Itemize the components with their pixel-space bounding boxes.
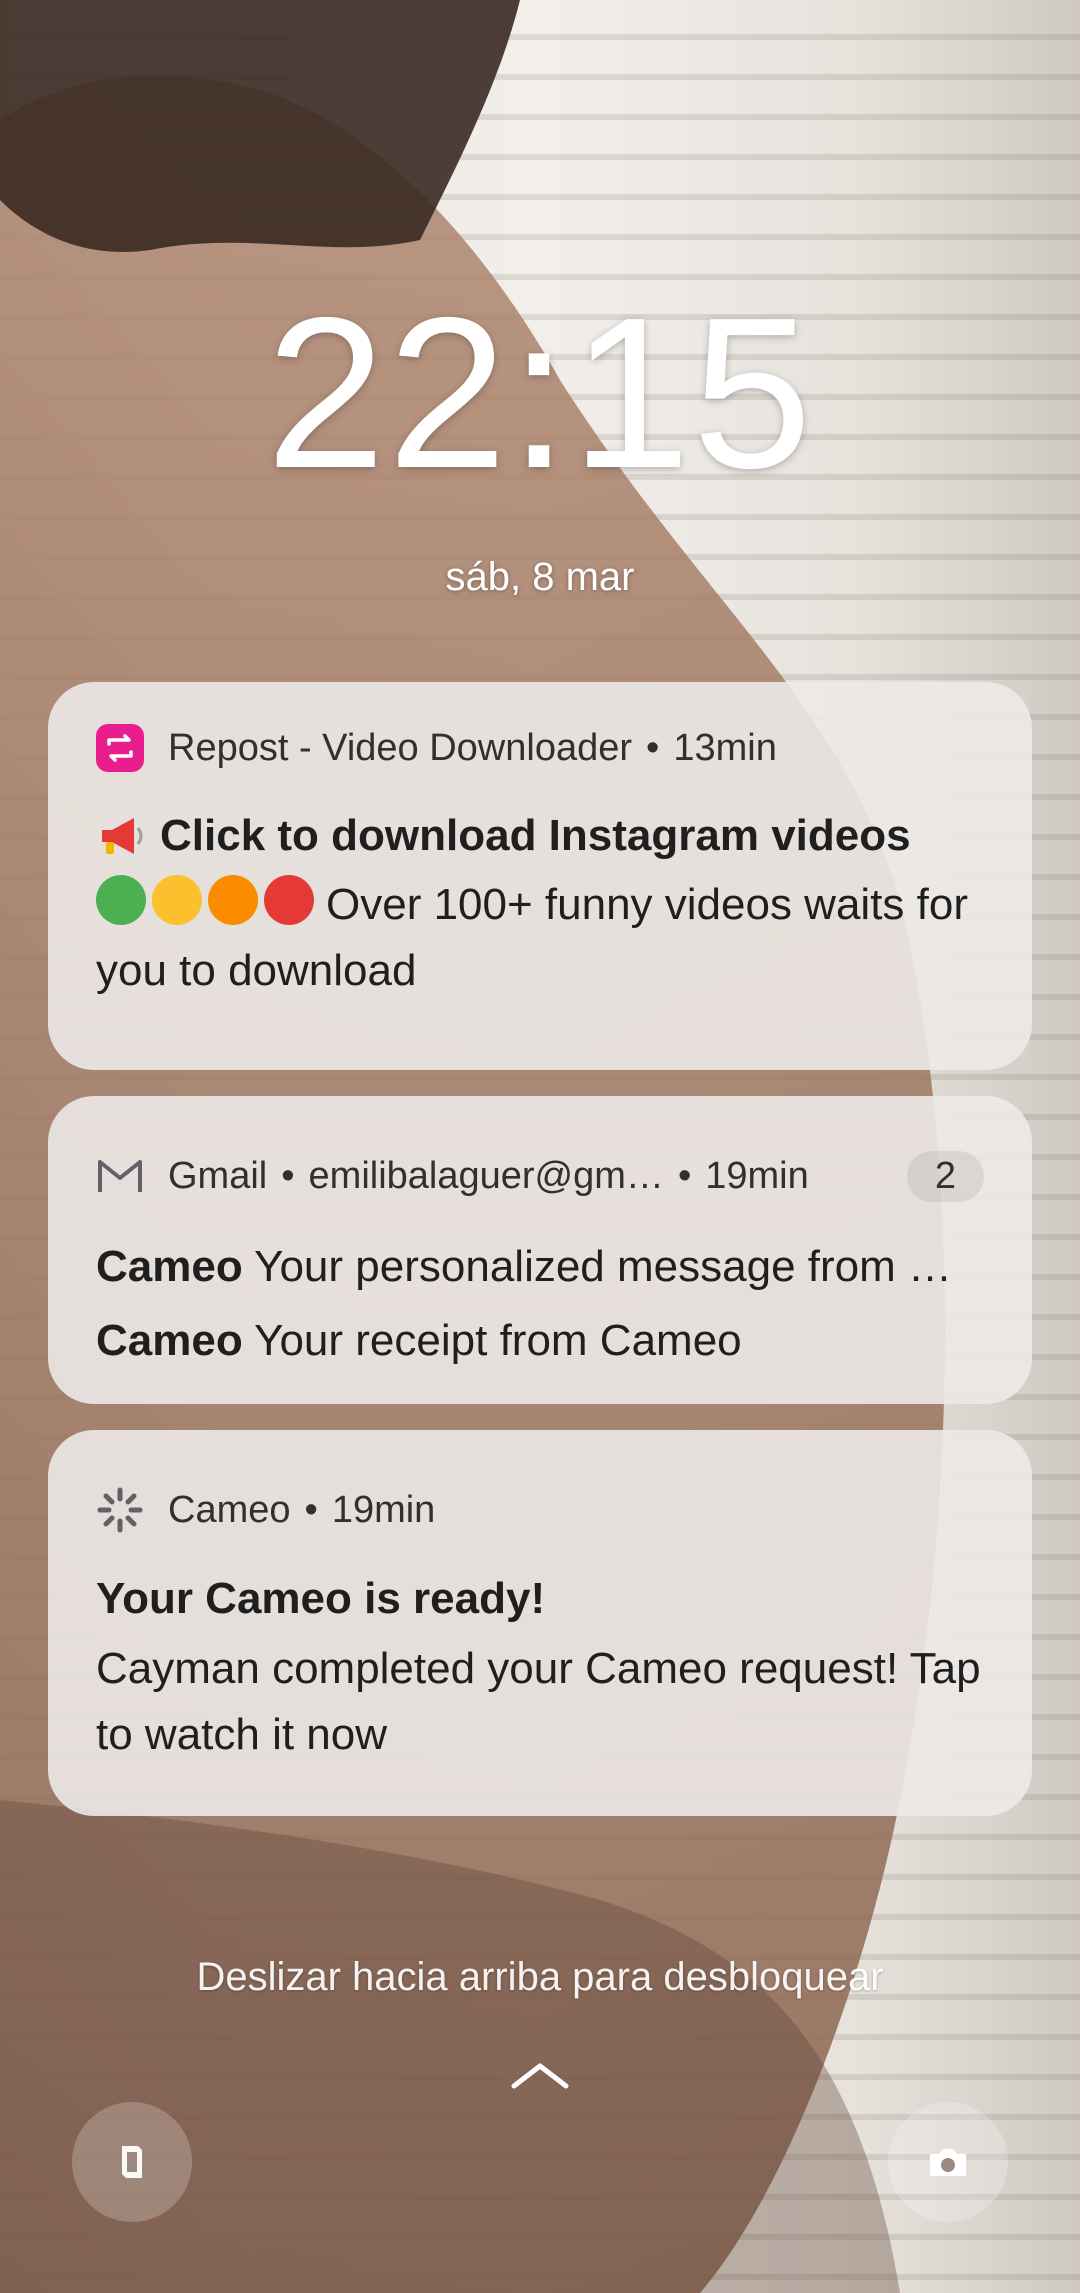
camera-icon — [930, 2149, 966, 2176]
notification-body: Over 100+ funny videos waits for you to … — [96, 872, 984, 1004]
chevron-up-icon[interactable] — [510, 2060, 570, 2090]
separator-dot: • — [304, 1488, 318, 1531]
clock-time: 22:15 — [265, 272, 815, 513]
notification-header: Repost - Video Downloader • 13min — [96, 718, 984, 778]
message-count-badge[interactable]: 2 — [906, 1150, 984, 1202]
camera-shortcut-button[interactable] — [888, 2102, 1008, 2222]
orange-circle-icon — [208, 875, 258, 925]
message-subject: Your personalized message from … — [254, 1242, 952, 1291]
message-sender: Cameo — [96, 1316, 243, 1365]
cameo-icon — [96, 1486, 144, 1534]
account-email: emilibalaguer@gm… — [308, 1154, 664, 1197]
notification-header: Cameo • 19min — [96, 1480, 984, 1540]
phone-shortcut-button[interactable] — [72, 2102, 192, 2222]
colored-circles-emoji — [96, 875, 314, 925]
notification-cameo[interactable]: Cameo • 19min Your Cameo is ready! Cayma… — [48, 1430, 1032, 1816]
lock-screen: 22:15 sáb, 8 mar Repost - Video Download… — [0, 0, 1080, 2293]
green-circle-icon — [96, 875, 146, 925]
phone-icon — [122, 2146, 142, 2178]
separator-dot: • — [646, 726, 660, 769]
notification-time: 19min — [331, 1488, 436, 1531]
notification-body: Cayman completed your Cameo request! Tap… — [96, 1644, 981, 1759]
separator-dot: • — [281, 1154, 295, 1197]
yellow-circle-icon — [152, 875, 202, 925]
megaphone-icon — [96, 810, 148, 862]
app-name: Gmail — [168, 1154, 268, 1197]
gmail-icon — [96, 1152, 144, 1200]
app-name: Repost - Video Downloader — [168, 726, 633, 769]
red-circle-icon — [264, 875, 314, 925]
notification-title-text: Click to download Instagram videos — [160, 811, 911, 860]
repost-icon — [96, 724, 144, 772]
list-item[interactable]: Cameo Your personalized message from … — [96, 1230, 984, 1304]
message-subject: Your receipt from Cameo — [254, 1316, 742, 1365]
separator-dot: • — [677, 1154, 692, 1197]
app-name: Cameo — [168, 1488, 291, 1531]
notification-repost[interactable]: Repost - Video Downloader • 13min Click … — [48, 682, 1032, 1070]
notification-title: Click to download Instagram videos — [96, 810, 984, 862]
lock-date: sáb, 8 mar — [445, 555, 635, 599]
notification-time: 19min — [705, 1154, 809, 1197]
message-sender: Cameo — [96, 1242, 243, 1291]
unlock-hint: Deslizar hacia arriba para desbloquear — [196, 1955, 884, 1999]
notification-header: Gmail • emilibalaguer@gm… • 19min 2 — [96, 1146, 984, 1206]
notification-title: Your Cameo is ready! — [96, 1574, 546, 1623]
list-item[interactable]: Cameo Your receipt from Cameo — [96, 1304, 984, 1378]
notification-time: 13min — [673, 726, 777, 769]
notification-gmail[interactable]: Gmail • emilibalaguer@gm… • 19min 2 Came… — [48, 1096, 1032, 1404]
gmail-message-list: Cameo Your personalized message from … C… — [96, 1230, 984, 1378]
